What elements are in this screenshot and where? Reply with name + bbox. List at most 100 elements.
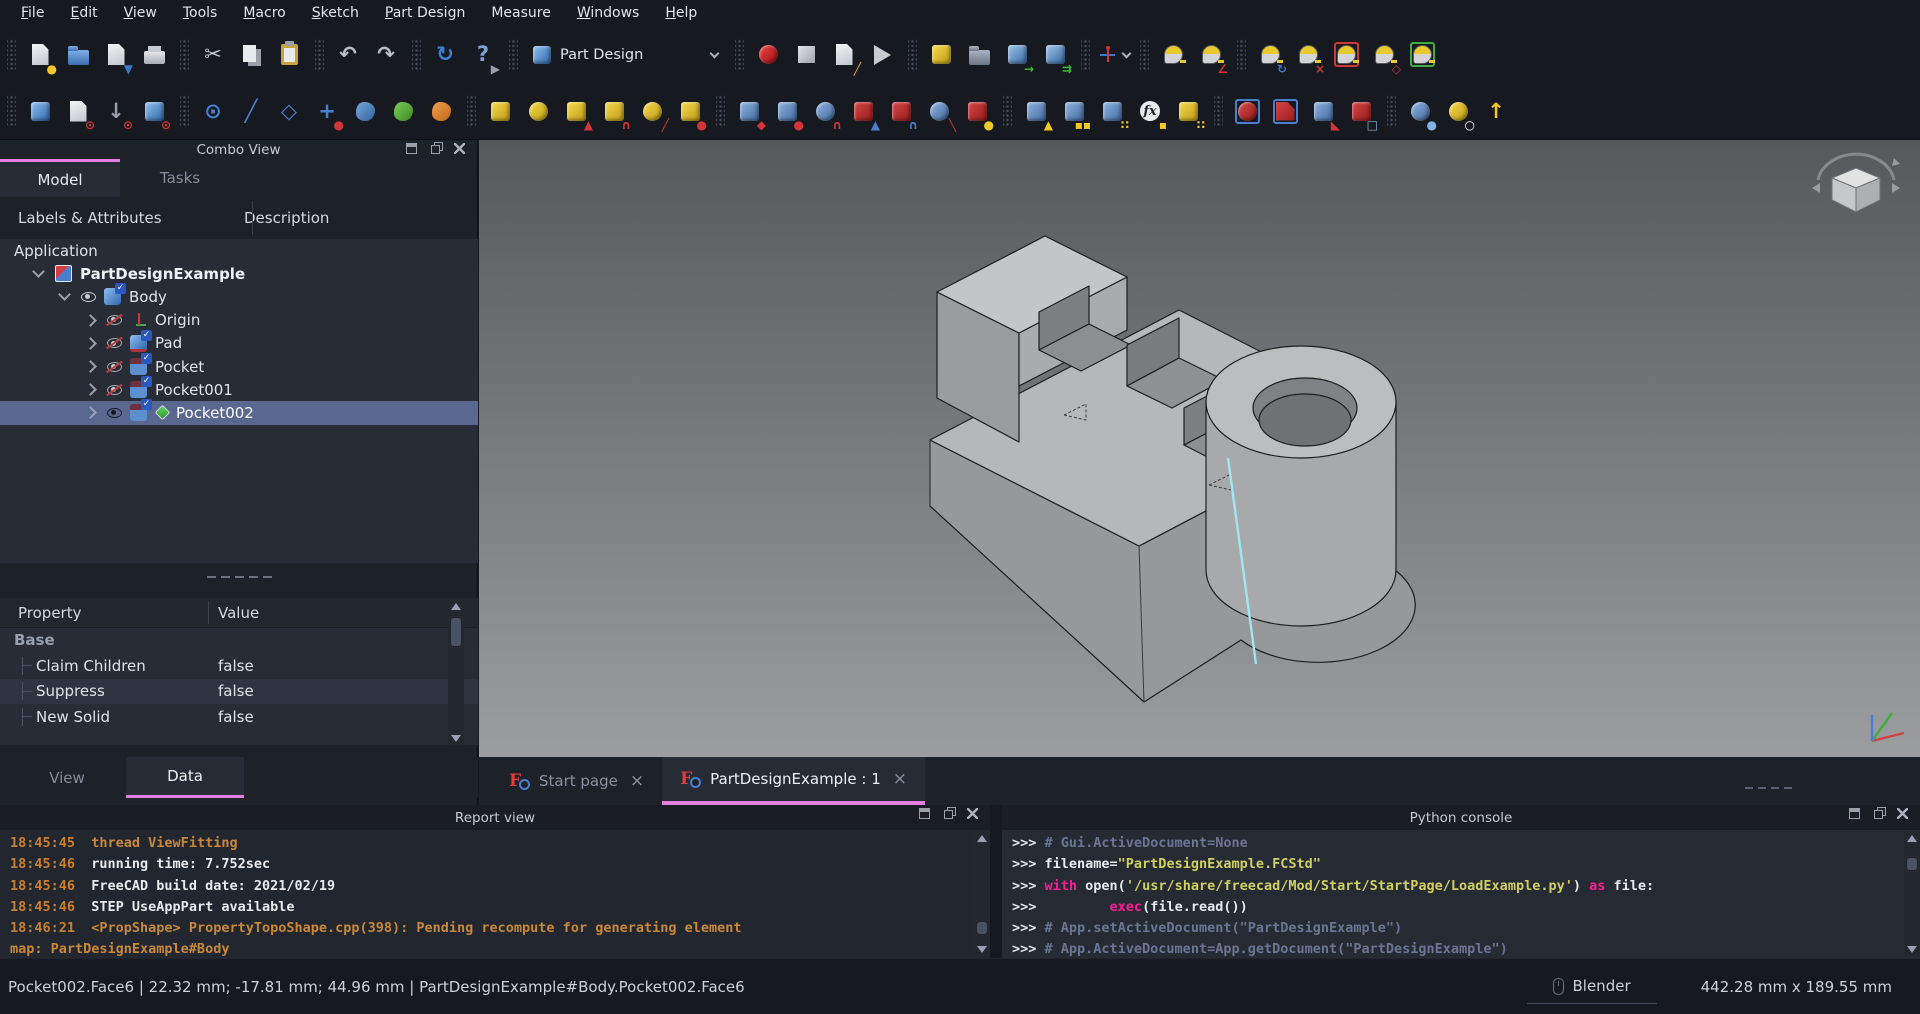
visibility-off-icon[interactable] [107, 315, 122, 325]
map-sketch-button[interactable]: ↓⊙ [97, 90, 135, 132]
edit-paste-button[interactable] [270, 34, 308, 76]
float-icon[interactable] [1874, 810, 1883, 819]
close-icon[interactable]: × [630, 771, 644, 791]
panel-splitter[interactable] [0, 571, 478, 583]
close-icon[interactable] [1897, 808, 1908, 819]
subtractive-loft-button[interactable]: ▲ [844, 90, 882, 132]
measure-clear-button[interactable]: × [1289, 34, 1327, 76]
hole-button[interactable]: ● [768, 90, 806, 132]
tree-header-divider[interactable] [252, 201, 253, 235]
menu-edit[interactable]: Edit [57, 2, 110, 24]
macro-stop-button[interactable] [787, 34, 825, 76]
tree-item-pocket[interactable]: ✓Pocket [0, 355, 478, 378]
shape-binder-button[interactable] [346, 90, 384, 132]
visibility-off-icon[interactable] [107, 362, 122, 372]
datum-point-button[interactable]: ⊙ [194, 90, 232, 132]
dock-icon[interactable] [1849, 808, 1860, 819]
macro-edit-button[interactable]: ╱ [825, 34, 863, 76]
navigation-style-selector[interactable]: Blender [1527, 977, 1657, 1004]
scroll-down-icon[interactable] [1907, 946, 1917, 953]
datum-plane-button[interactable]: ◇ [270, 90, 308, 132]
measure-toggle-button[interactable] [1327, 34, 1365, 76]
visibility-off-icon[interactable] [107, 338, 122, 348]
boolean-operation-button[interactable]: ● [1401, 90, 1439, 132]
linear-pattern-button[interactable]: ▪▪ [1055, 90, 1093, 132]
expander-down-icon[interactable] [32, 265, 45, 278]
scroll-thumb[interactable] [451, 618, 461, 646]
whats-this-button[interactable]: ?▶ [464, 34, 502, 76]
float-icon[interactable] [944, 810, 953, 819]
additive-primitives-button[interactable]: ● [671, 90, 709, 132]
measure-angular-button[interactable]: ∠ [1192, 34, 1230, 76]
measure-toggle-all-button[interactable]: ◇ [1365, 34, 1403, 76]
tree-item-origin[interactable]: Origin [0, 309, 478, 332]
visibility-on-icon[interactable] [107, 408, 122, 418]
menu-file[interactable]: File [8, 2, 57, 24]
local-cs-button[interactable]: +● [308, 90, 346, 132]
create-body-button[interactable] [21, 90, 59, 132]
create-part-button[interactable] [922, 34, 960, 76]
expander-right-icon[interactable] [84, 407, 97, 420]
measure-linear-button[interactable] [1154, 34, 1192, 76]
tree-item-application[interactable]: Application [0, 239, 478, 262]
edit-sketch-button[interactable]: ⊙ [135, 90, 173, 132]
property-scrollbar[interactable] [448, 600, 464, 745]
subtractive-helix-button[interactable]: ╲ [920, 90, 958, 132]
file-new-button[interactable]: ● [21, 34, 59, 76]
migrate-button[interactable]: ↑ [1477, 90, 1515, 132]
macro-record-button[interactable] [749, 34, 787, 76]
additive-helix-button[interactable]: ╱ [633, 90, 671, 132]
pocket-button[interactable]: ◆ [730, 90, 768, 132]
clone-button[interactable] [422, 90, 460, 132]
dock-icon[interactable] [919, 808, 930, 819]
expander-right-icon[interactable] [84, 360, 97, 373]
polar-pattern-button[interactable]: ∷ [1093, 90, 1131, 132]
tab-data[interactable]: Data [126, 757, 244, 798]
multi-transform-button[interactable]: ∷ [1169, 90, 1207, 132]
close-icon[interactable] [454, 143, 465, 154]
additive-loft-button[interactable]: ▲ [557, 90, 595, 132]
float-icon[interactable] [431, 145, 440, 154]
tree-item-body[interactable]: ✓Body [0, 285, 478, 308]
tree-item-pocket002[interactable]: ✓Pocket002 [0, 401, 478, 424]
edit-undo-button[interactable]: ↶ [329, 34, 367, 76]
draft-button[interactable]: ◣ [1304, 90, 1342, 132]
scroll-down-icon[interactable] [977, 946, 987, 953]
visibility-off-icon[interactable] [107, 385, 122, 395]
measure-toggle-3d-button[interactable] [1403, 34, 1441, 76]
expander-down-icon[interactable] [58, 289, 71, 302]
fillet-button[interactable] [1228, 90, 1266, 132]
sub-shape-binder-button[interactable] [384, 90, 422, 132]
close-icon[interactable]: × [893, 769, 907, 789]
edit-copy-button[interactable] [232, 34, 270, 76]
property-row-claim-children[interactable]: Claim Childrenfalse [0, 653, 478, 679]
visibility-on-icon[interactable] [81, 292, 96, 302]
create-sketch-button[interactable]: ⊙ [59, 90, 97, 132]
menu-windows[interactable]: Windows [564, 2, 653, 24]
menu-measure[interactable]: Measure [478, 2, 564, 24]
make-link-group-button[interactable]: ⇉ [1036, 34, 1074, 76]
tab-tasks[interactable]: Tasks [120, 159, 240, 197]
menu-help[interactable]: Help [652, 2, 710, 24]
groove-button[interactable]: ∩ [806, 90, 844, 132]
scroll-up-icon[interactable] [451, 603, 461, 610]
chamfer-button[interactable] [1266, 90, 1304, 132]
menu-view[interactable]: View [111, 2, 170, 24]
macro-play-button[interactable] [863, 34, 901, 76]
subtractive-pipe-button[interactable]: ∩ [882, 90, 920, 132]
python-console-log[interactable]: >>> # Gui.ActiveDocument=None>>> filenam… [1002, 830, 1900, 958]
scaled-button[interactable]: fx▪ [1131, 90, 1169, 132]
menu-part-design[interactable]: Part Design [372, 2, 478, 24]
dock-icon[interactable] [406, 143, 417, 154]
part-model[interactable] [479, 140, 1920, 757]
file-print-button[interactable] [135, 34, 173, 76]
edit-cut-button[interactable]: ✂ [194, 34, 232, 76]
tree-item-pocket001[interactable]: ✓Pocket001 [0, 378, 478, 401]
scroll-up-icon[interactable] [977, 835, 987, 842]
menu-macro[interactable]: Macro [230, 2, 298, 24]
measure-refresh-button[interactable]: ↻ [1251, 34, 1289, 76]
edit-redo-button[interactable]: ↷ [367, 34, 405, 76]
document-tab-partdesignexample-1[interactable]: FPartDesignExample : 1× [662, 757, 925, 805]
workbench-selector[interactable]: Part Design [523, 38, 728, 72]
close-icon[interactable] [967, 808, 978, 819]
